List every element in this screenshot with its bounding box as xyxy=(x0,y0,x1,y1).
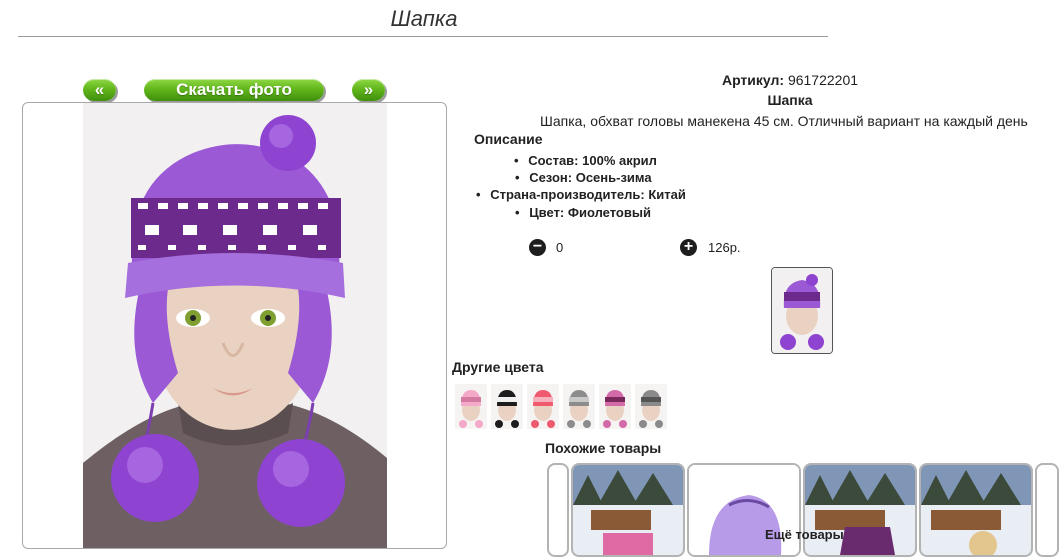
property-label: Страна-производитель: xyxy=(490,187,645,202)
product-image xyxy=(573,465,683,555)
property-label: Состав: xyxy=(528,153,579,168)
product-image xyxy=(921,465,1031,555)
similar-product-card[interactable] xyxy=(547,463,569,557)
download-photo-button[interactable]: Скачать фото xyxy=(144,79,324,101)
property-label: Цвет: xyxy=(529,205,565,220)
property-value: Китай xyxy=(648,187,686,202)
property-color: Цвет: Фиолетовый xyxy=(515,205,651,220)
property-label: Сезон: xyxy=(529,170,573,185)
property-value: Осень-зима xyxy=(575,170,652,185)
color-swatch-black[interactable] xyxy=(491,384,523,429)
property-composition: Состав: 100% акрил xyxy=(514,153,657,168)
page-title: Шапка xyxy=(390,6,458,31)
article-label: Артикул: xyxy=(721,72,785,88)
thumbnail-image xyxy=(772,268,832,353)
prev-photo-button[interactable]: « xyxy=(83,79,116,101)
similar-product-card[interactable] xyxy=(687,463,801,557)
next-photo-button[interactable]: » xyxy=(352,79,385,101)
price-value: 126р. xyxy=(708,240,741,255)
product-name: Шапка xyxy=(767,92,813,108)
color-swatch-dark-gray[interactable] xyxy=(635,384,667,429)
quantity-value: 0 xyxy=(556,240,564,255)
similar-products-heading: Похожие товары xyxy=(545,440,662,456)
title-divider xyxy=(18,36,828,37)
product-description: Шапка, обхват головы манекена 45 см. Отл… xyxy=(540,113,1028,129)
similar-product-card[interactable] xyxy=(919,463,1033,557)
color-swatch-pink[interactable] xyxy=(455,384,487,429)
photo-thumbnail[interactable] xyxy=(771,267,833,354)
article-value: 961722201 xyxy=(787,72,859,88)
minus-icon[interactable]: − xyxy=(529,239,546,256)
property-value: 100% акрил xyxy=(582,153,657,168)
color-swatch-red[interactable] xyxy=(527,384,559,429)
main-image-frame xyxy=(22,102,447,549)
color-swatch-gray[interactable] xyxy=(563,384,595,429)
similar-product-card[interactable] xyxy=(803,463,917,557)
article-line: Артикул: 961722201 xyxy=(640,72,940,88)
product-photo xyxy=(83,103,387,548)
similar-product-card[interactable] xyxy=(571,463,685,557)
similar-product-card[interactable] xyxy=(1035,463,1059,557)
other-colors-heading: Другие цвета xyxy=(452,359,544,375)
color-swatch-magenta[interactable] xyxy=(599,384,631,429)
property-season: Сезон: Осень-зима xyxy=(515,170,652,185)
property-country: Страна-производитель: Китай xyxy=(476,187,686,202)
description-heading: Описание xyxy=(474,131,543,147)
property-value: Фиолетовый xyxy=(567,205,651,220)
plus-icon[interactable]: + xyxy=(680,239,697,256)
